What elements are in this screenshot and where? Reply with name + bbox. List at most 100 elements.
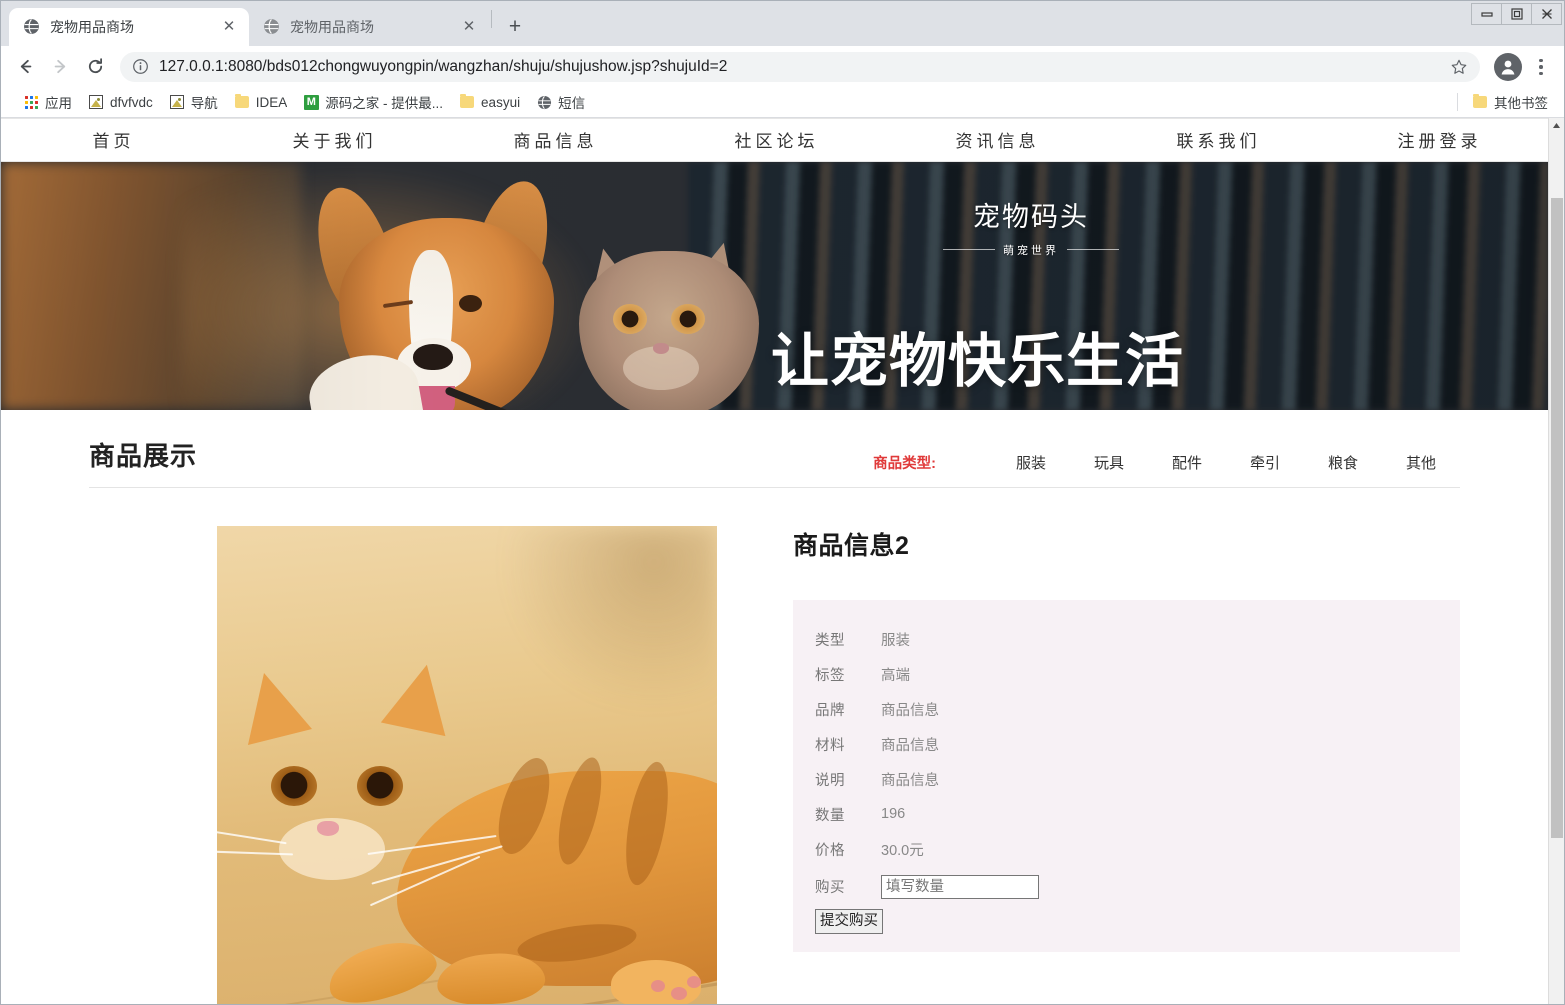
bookmark-navigation[interactable]: 导航 xyxy=(161,90,226,114)
folder-icon xyxy=(234,94,250,110)
minimize-icon[interactable] xyxy=(1471,3,1502,25)
category-filter-clothing[interactable]: 服装 xyxy=(992,452,1070,473)
info-icon[interactable] xyxy=(132,58,149,75)
m-letter-icon: M xyxy=(303,94,319,110)
category-filter-label: 商品类型: xyxy=(873,455,936,472)
logo-sub-text: 萌宠世界 xyxy=(1003,244,1059,257)
site-logo: 宠物码头 萌宠世界 xyxy=(931,195,1131,258)
back-arrow-icon[interactable] xyxy=(9,51,41,83)
folder-icon xyxy=(1472,94,1488,110)
tab-close-button[interactable]: ✕ xyxy=(219,17,239,37)
scrollbar-thumb[interactable] xyxy=(1551,197,1563,838)
spec-label: 类型 xyxy=(815,632,845,649)
hero-banner[interactable]: 宠物码头 萌宠世界 让宠物快乐生活 xyxy=(1,161,1548,410)
tab-title: 宠物用品商场 xyxy=(50,18,134,35)
spec-row-brand: 品牌 商品信息 xyxy=(793,692,1460,727)
submit-purchase-button[interactable]: 提交购买 xyxy=(815,908,883,935)
globe-icon xyxy=(23,18,40,35)
orange-cat-photo xyxy=(217,525,717,1004)
browser-tab-2[interactable]: 宠物用品商场 ✕ xyxy=(249,7,489,46)
nav-item-products[interactable]: 商品信息 xyxy=(443,127,664,152)
logo-main-text: 宠物码头 xyxy=(973,201,1089,232)
browser-tab-1[interactable]: 宠物用品商场 ✕ xyxy=(9,7,249,46)
category-filter-toys[interactable]: 玩具 xyxy=(1070,452,1148,473)
spec-row-quantity: 数量 196 xyxy=(793,797,1460,832)
page-content: 商品展示 商品类型: 服装 玩具 配件 牵引 粮食 其他 商品信息2 类型 服装… xyxy=(1,409,1548,1004)
nav-item-forum[interactable]: 社区论坛 xyxy=(664,127,885,152)
nav-item-register-login[interactable]: 注册登录 xyxy=(1327,127,1548,152)
other-bookmarks-button[interactable]: 其他书签 xyxy=(1464,90,1556,114)
close-icon[interactable] xyxy=(1531,3,1562,25)
spec-label: 说明 xyxy=(815,772,845,789)
product-title: 商品信息2 xyxy=(793,531,910,560)
reload-icon[interactable] xyxy=(79,51,111,83)
spec-value: 商品信息 xyxy=(881,702,939,719)
profile-avatar-icon[interactable] xyxy=(1494,52,1522,81)
url-text: 127.0.0.1:8080/bds012chongwuyongpin/wang… xyxy=(159,57,728,75)
nav-item-about[interactable]: 关于我们 xyxy=(222,127,443,152)
browser-window: 宠物用品商场 ✕ 宠物用品商场 ✕ + 127.0.0.1:8080/bds01… xyxy=(0,0,1565,1005)
category-filter-accessories[interactable]: 配件 xyxy=(1148,452,1226,473)
page-scrollbar[interactable] xyxy=(1548,117,1564,1004)
bookmark-duanxin[interactable]: 短信 xyxy=(528,90,593,114)
bookmark-easyui[interactable]: easyui xyxy=(451,90,528,114)
nav-item-contact[interactable]: 联系我们 xyxy=(1106,127,1327,152)
kebab-menu-icon[interactable] xyxy=(1528,52,1554,82)
web-page: 首页 关于我们 商品信息 社区论坛 资讯信息 联系我们 注册登录 宠物码头 萌宠… xyxy=(1,117,1548,1004)
address-bar[interactable]: 127.0.0.1:8080/bds012chongwuyongpin/wang… xyxy=(120,51,1480,82)
globe-icon xyxy=(536,94,552,110)
quantity-input[interactable] xyxy=(881,874,1039,899)
product-info: 商品信息2 类型 服装 标签 高端 品牌 商品信息 材料 商品信息 说明 商品信… xyxy=(793,526,1460,953)
bookmark-label: easyui xyxy=(481,94,521,110)
product-image[interactable] xyxy=(217,525,717,1004)
broken-image-icon xyxy=(169,94,185,110)
spec-row-tag: 标签 高端 xyxy=(793,657,1460,692)
bookmark-yuanmazhijia[interactable]: M 源码之家 - 提供最... xyxy=(295,90,451,114)
category-filter-leash[interactable]: 牵引 xyxy=(1226,452,1304,473)
new-tab-button[interactable]: + xyxy=(500,12,530,42)
bookmark-idea[interactable]: IDEA xyxy=(226,90,296,114)
purchase-label: 购买 xyxy=(815,880,845,897)
product-spec-panel: 类型 服装 标签 高端 品牌 商品信息 材料 商品信息 说明 商品信息 数量 1… xyxy=(793,599,1460,953)
spec-value: 高端 xyxy=(881,667,910,684)
tab-close-button[interactable]: ✕ xyxy=(459,17,479,37)
banner-headline: 让宠物快乐生活 xyxy=(771,328,1185,394)
spec-label: 数量 xyxy=(815,807,845,824)
category-filter-food[interactable]: 粮食 xyxy=(1304,452,1382,473)
spec-value: 商品信息 xyxy=(881,737,939,754)
spec-label: 价格 xyxy=(815,842,845,859)
nav-item-news[interactable]: 资讯信息 xyxy=(885,127,1106,152)
maximize-icon[interactable] xyxy=(1501,3,1532,25)
bookmark-dfvfvdc[interactable]: dfvfvdc xyxy=(80,90,161,114)
scrollbar-up-arrow[interactable] xyxy=(1549,118,1564,134)
category-filter: 商品类型: 服装 玩具 配件 牵引 粮食 其他 xyxy=(873,452,1460,473)
spec-row-material: 材料 商品信息 xyxy=(793,727,1460,762)
spec-label: 标签 xyxy=(815,667,845,684)
bookmark-label: 源码之家 - 提供最... xyxy=(325,96,444,112)
bookmarks-bar: 应用 dfvfvdc 导航 IDEA M 源码之家 - 提供最... easyu… xyxy=(1,87,1564,118)
forward-arrow-icon xyxy=(44,51,76,83)
logo-rule-right xyxy=(1067,249,1119,251)
star-icon[interactable] xyxy=(1450,58,1468,76)
bookmark-label: 应用 xyxy=(45,96,72,112)
category-filter-other[interactable]: 其他 xyxy=(1382,452,1460,473)
section-header: 商品展示 商品类型: 服装 玩具 配件 牵引 粮食 其他 xyxy=(89,410,1460,488)
nav-item-home[interactable]: 首页 xyxy=(1,127,222,152)
broken-image-icon xyxy=(88,94,104,110)
spec-value: 服装 xyxy=(881,632,910,649)
spec-value: 30.0元 xyxy=(881,842,924,859)
spec-label: 材料 xyxy=(815,737,845,754)
window-controls xyxy=(1471,3,1562,25)
bookmarks-divider xyxy=(1457,93,1458,112)
tab-title: 宠物用品商场 xyxy=(290,18,374,35)
other-bookmarks-label: 其他书签 xyxy=(1494,96,1548,112)
bookmark-apps[interactable]: 应用 xyxy=(15,90,80,114)
site-navigation: 首页 关于我们 商品信息 社区论坛 资讯信息 联系我们 注册登录 xyxy=(1,117,1548,162)
folder-icon xyxy=(459,94,475,110)
apps-grid-icon xyxy=(23,94,39,110)
spec-value: 商品信息 xyxy=(881,772,939,789)
bookmark-label: IDEA xyxy=(255,94,288,110)
spec-label: 品牌 xyxy=(815,702,845,719)
purchase-button-row: 提交购买 xyxy=(793,908,1460,935)
product-detail: 商品信息2 类型 服装 标签 高端 品牌 商品信息 材料 商品信息 说明 商品信… xyxy=(89,525,1460,1004)
